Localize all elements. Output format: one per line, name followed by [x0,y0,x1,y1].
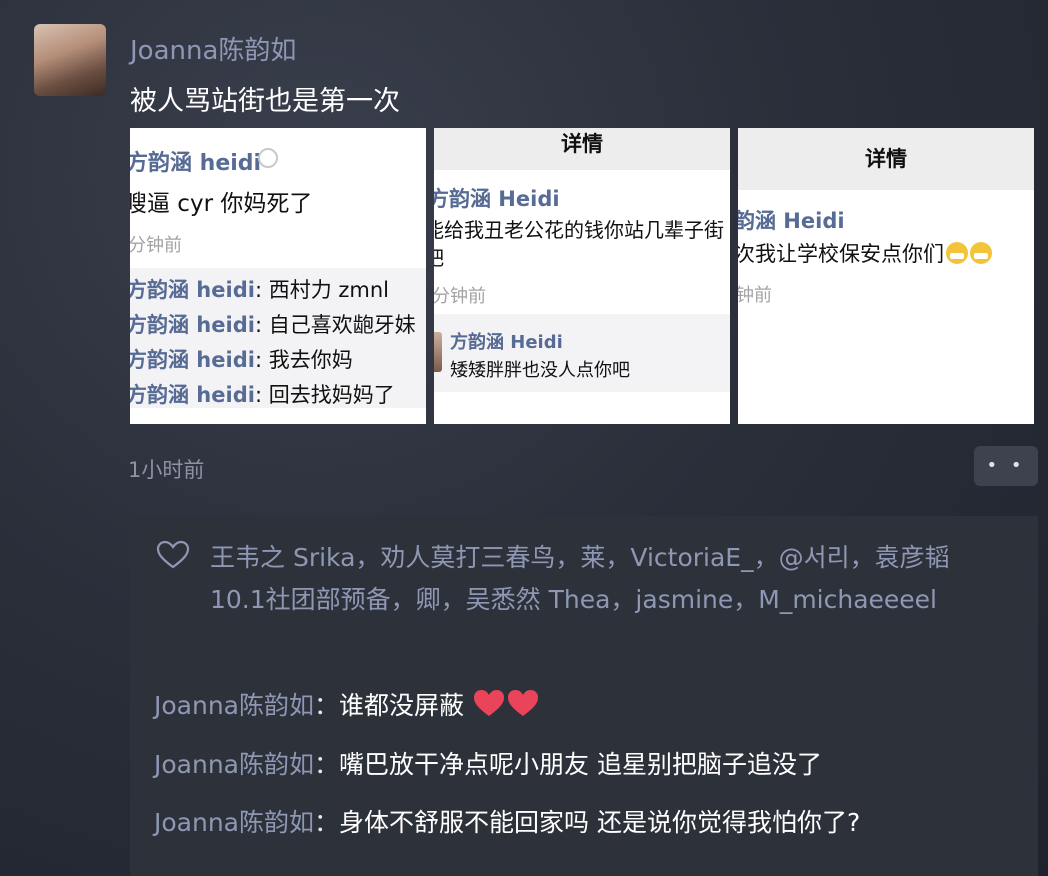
heart-outline-icon [156,540,190,569]
grimace-emoji-icon [970,242,992,264]
comment-username: 方韵涵 Heidi [450,332,563,353]
avatar[interactable] [34,24,106,96]
screenshot-replies: 方韵涵 heidi: 西村力 zmnl 方韵涵 heidi: 自己喜欢龅牙妹 方… [130,268,426,408]
comment-author[interactable]: Joanna陈韵如 [154,691,314,720]
reply-row: 方韵涵 heidi: 西村力 zmnl [130,278,389,302]
more-options-button[interactable]: • • [974,446,1038,486]
likes-comments-panel: 王韦之 Srika，劝人莫打三春鸟，莱，VictoriaE_，@서리，袁彦韬 1… [130,516,1038,876]
grimace-emoji-icon [946,242,968,264]
red-heart-icon [507,690,538,716]
screenshot-header: 详情 [434,128,730,170]
reply-row: 方韵涵 heidi: 自己喜欢龅牙妹 [130,313,416,337]
screenshot-message: 瞍逼 cyr 你妈死了 [130,191,313,217]
reply-row: 方韵涵 heidi: 回去找妈妈了 [130,383,395,407]
screenshot-message: 能给我丑老公花的钱你站几辈子街 吧 [434,218,724,270]
screenshot-message: 次我让学校保安点你们 [738,238,992,268]
screenshot-username: 韵涵 Heidi [738,209,845,233]
screenshot-username: 方韵涵 heidi [130,151,262,176]
status-circle-icon [258,148,278,168]
comment-item[interactable]: Joanna陈韵如：身体不舒服不能回家吗 还是说你觉得我怕你了? [154,803,860,839]
likes-list-line[interactable]: 王韦之 Srika，劝人莫打三春鸟，莱，VictoriaE_，@서리，袁彦韬 [210,538,950,574]
post-image-1[interactable]: 方韵涵 heidi 瞍逼 cyr 你妈死了 分钟前 方韵涵 heidi: 西村力… [130,128,426,424]
screenshot-time: 分钟前 [130,235,182,256]
comment-text: 身体不舒服不能回家吗 还是说你觉得我怕你了? [339,808,861,837]
post-text: 被人骂站街也是第一次 [130,86,400,117]
post-image-3[interactable]: 详情 韵涵 Heidi 次我让学校保安点你们 钟前 [738,128,1034,424]
comment-item[interactable]: Joanna陈韵如：谁都没屏蔽 [154,686,540,722]
mini-avatar [434,332,442,372]
post-image-2[interactable]: 详情 方韵涵 Heidi 能给我丑老公花的钱你站几辈子街 吧 分钟前 方韵涵 H… [434,128,730,424]
comment-author[interactable]: Joanna陈韵如 [154,808,314,837]
screenshot-time: 分钟前 [434,286,486,307]
likes-list-line[interactable]: 10.1社团部预备，卿，吴悉然 Thea，jasmine，M_michaeeee… [210,580,937,616]
screenshot-time: 钟前 [738,285,772,306]
post-time: 1小时前 [128,458,205,482]
screenshot-username: 方韵涵 Heidi [434,187,560,211]
comment-text: 嘴巴放干净点呢小朋友 追星别把脑子追没了 [339,750,822,779]
reply-row: 方韵涵 heidi: 我去你妈 [130,348,353,372]
post-author[interactable]: Joanna陈韵如 [130,30,296,67]
comment-text: 谁都没屏蔽 [339,691,465,720]
comment-text: 矮矮胖胖也没人点你吧 [450,360,630,381]
comment-item[interactable]: Joanna陈韵如：嘴巴放干净点呢小朋友 追星别把脑子追没了 [154,745,822,781]
red-heart-icon [473,690,504,716]
screenshot-header: 详情 [738,128,1034,190]
comment-author[interactable]: Joanna陈韵如 [154,750,314,779]
